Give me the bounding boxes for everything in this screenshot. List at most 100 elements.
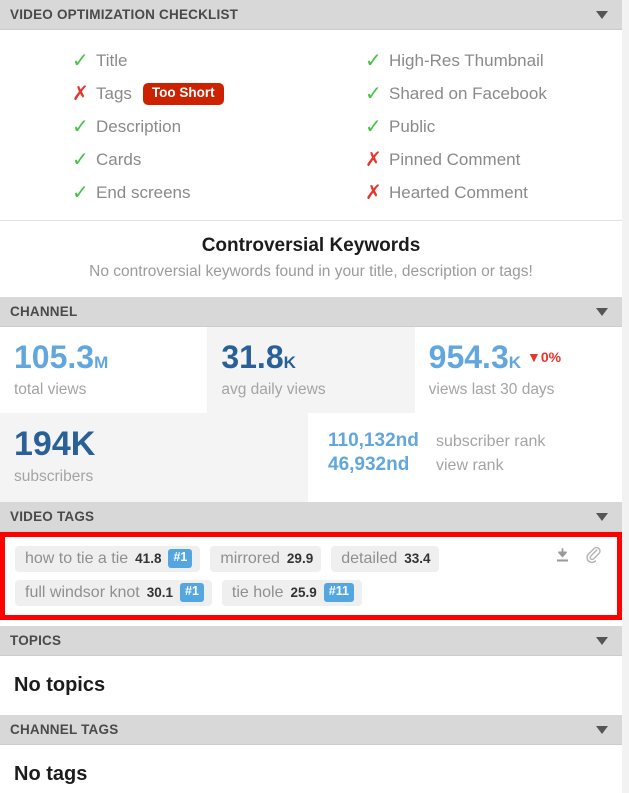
section-header-topics[interactable]: TOPICS (0, 626, 622, 657)
stat-unit: K (508, 353, 522, 372)
section-header-channel[interactable]: CHANNEL (0, 297, 622, 327)
channel-ranks: 110,132nd subscriber rank 46,932nd view … (308, 413, 622, 503)
check-icon: ✓ (72, 50, 89, 72)
rank-number: 110,132nd (328, 429, 419, 451)
video-tags-highlight-box: how to tie a tie 41.8 #1 mirrored 29.9 d… (0, 532, 622, 621)
tag-name: detailed (341, 549, 398, 567)
section-title-channel: CHANNEL (10, 304, 78, 319)
checklist-item-end-screens: ✓ End screens (0, 180, 355, 206)
video-tag-pill[interactable]: detailed 33.4 (331, 546, 439, 573)
checklist-item-label: Tags (96, 84, 132, 103)
stat-label: avg daily views (221, 380, 326, 398)
controversial-keywords-message: No controversial keywords found in your … (89, 263, 533, 280)
check-icon: ✓ (365, 50, 382, 72)
checklist-item-label: End screens (96, 183, 191, 202)
tag-rank-badge: #1 (168, 549, 193, 569)
tag-name: mirrored (220, 549, 280, 567)
checklist-item-label: Hearted Comment (389, 183, 528, 202)
tag-name: full windsor knot (25, 583, 140, 601)
channel-tags-body: No tags (0, 745, 622, 793)
checklist-body: ✓ Title ✓ High-Res Thumbnail ✗ Tags Too … (0, 30, 622, 220)
channel-tags-empty-text: No tags (14, 763, 88, 786)
stat-label: subscribers (14, 468, 94, 486)
tag-score: 29.9 (286, 551, 314, 567)
stat-number: 31.8 (221, 339, 284, 375)
download-icon[interactable] (553, 546, 572, 570)
section-title-topics: TOPICS (10, 633, 62, 649)
tag-rank-badge: #1 (180, 583, 204, 603)
stat-delta-down: ▼0% (527, 349, 562, 365)
rank-row-view: 46,932nd view rank (328, 454, 622, 476)
tag-name: how to tie a tie (25, 549, 129, 567)
cross-icon: ✗ (365, 149, 382, 171)
tag-score: 25.9 (290, 585, 317, 601)
chevron-down-icon[interactable] (596, 307, 608, 316)
checklist-item-label: Title (96, 51, 128, 70)
video-tag-row-2: full windsor knot 30.1 #1 tie hole 25.9 … (15, 580, 607, 607)
video-tag-pill[interactable]: mirrored 29.9 (210, 546, 322, 573)
chevron-down-icon[interactable] (596, 636, 608, 645)
video-tag-pill[interactable]: how to tie a tie 41.8 #1 (15, 546, 201, 573)
stat-views-last-30-days: 954.3K ▼0% views last 30 days (415, 327, 622, 413)
stat-number: 954.3 (428, 339, 509, 375)
stat-value: 31.8K (221, 339, 414, 375)
stat-label: total views (14, 380, 87, 398)
section-header-channel-tags[interactable]: CHANNEL TAGS (0, 715, 622, 746)
checklist-item-public: ✓ Public (355, 114, 622, 140)
channel-stats-row-1: 105.3M total views 31.8K avg daily views… (0, 327, 622, 413)
checklist-item-cards: ✓ Cards (0, 147, 355, 173)
check-icon: ✓ (365, 83, 382, 105)
checklist-item-description: ✓ Description (0, 114, 355, 140)
tag-name: tie hole (231, 583, 284, 601)
controversial-keywords-block: Controversial Keywords No controversial … (0, 220, 622, 297)
status-badge-too-short: Too Short (142, 83, 224, 105)
stat-label: views last 30 days (428, 380, 555, 398)
topics-empty-text: No topics (14, 674, 106, 697)
section-title-channel-tags: CHANNEL TAGS (10, 722, 119, 738)
checklist-item-pinned-comment: ✗ Pinned Comment (355, 147, 622, 173)
video-tag-row-1: how to tie a tie 41.8 #1 mirrored 29.9 d… (15, 546, 607, 573)
checklist-item-label: Shared on Facebook (389, 84, 547, 103)
stat-value: 105.3M (14, 339, 207, 375)
stat-unit: M (94, 353, 109, 372)
checklist-item-tags: ✗ Tags Too Short (0, 81, 355, 107)
section-header-checklist[interactable]: VIDEO OPTIMIZATION CHECKLIST (0, 0, 622, 30)
cross-icon: ✗ (365, 182, 382, 204)
stat-number: 105.3 (14, 339, 95, 375)
chevron-down-icon[interactable] (596, 10, 608, 19)
checklist-item-high-res-thumbnail: ✓ High-Res Thumbnail (355, 48, 622, 74)
cross-icon: ✗ (72, 83, 89, 105)
checklist-item-label: Pinned Comment (389, 150, 521, 169)
video-tag-pill[interactable]: tie hole 25.9 #11 (221, 580, 362, 607)
topics-body: No topics (0, 656, 622, 716)
scrollbar-gutter[interactable] (622, 0, 629, 793)
stat-value: 194K (14, 424, 96, 463)
checklist-item-label: Cards (96, 150, 142, 169)
rank-row-subscriber: 110,132nd subscriber rank (328, 430, 622, 452)
section-title-checklist: VIDEO OPTIMIZATION CHECKLIST (10, 7, 239, 22)
checklist-item-label: High-Res Thumbnail (389, 51, 544, 70)
checklist-item-label: Public (389, 117, 436, 136)
stat-unit: K (283, 353, 296, 372)
checklist-item-shared-on-facebook: ✓ Shared on Facebook (355, 81, 622, 107)
check-icon: ✓ (72, 182, 89, 204)
checklist-item-title: ✓ Title (0, 48, 355, 74)
paperclip-icon[interactable] (584, 546, 603, 570)
check-icon: ✓ (365, 116, 382, 138)
tag-score: 33.4 (404, 551, 431, 567)
stat-avg-daily-views: 31.8K avg daily views (207, 327, 415, 413)
tag-score: 30.1 (146, 585, 173, 601)
chevron-down-icon[interactable] (596, 725, 608, 734)
check-icon: ✓ (72, 149, 89, 171)
rank-label: view rank (436, 456, 504, 474)
video-tag-pill[interactable]: full windsor knot 30.1 #1 (15, 580, 212, 607)
controversial-keywords-title: Controversial Keywords (201, 235, 421, 256)
stat-total-views: 105.3M total views (0, 327, 207, 413)
chevron-down-icon[interactable] (596, 512, 608, 521)
section-header-video-tags[interactable]: VIDEO TAGS (0, 502, 622, 533)
tag-rank-badge: #11 (323, 583, 354, 603)
stat-subscribers: 194K subscribers (0, 412, 308, 503)
tag-score: 41.8 (135, 551, 162, 567)
checklist-item-label: Description (96, 117, 182, 136)
rank-label: subscriber rank (436, 432, 546, 450)
